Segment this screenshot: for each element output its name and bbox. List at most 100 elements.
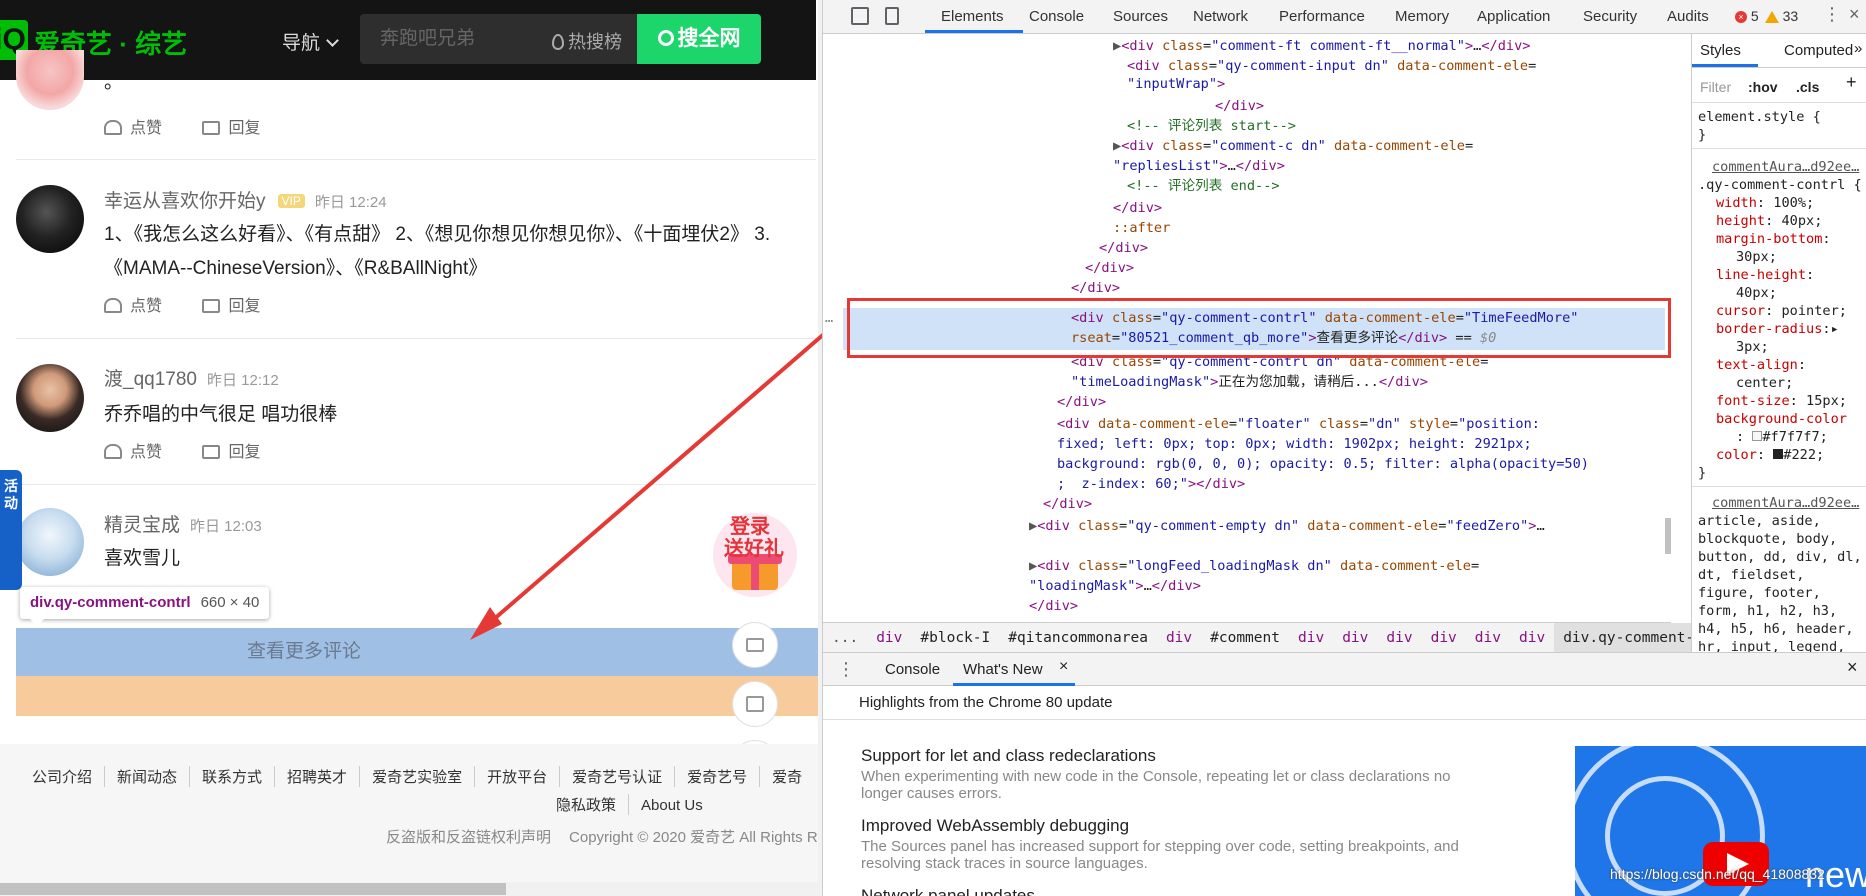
comment-author[interactable]: 精灵宝成 昨日 12:03: [104, 510, 262, 537]
hover-state-toggle[interactable]: :hov: [1748, 78, 1778, 96]
like-button[interactable]: 点赞: [104, 438, 162, 462]
device-toolbar-icon[interactable]: [885, 7, 899, 25]
whats-new-item[interactable]: Support for let and class redeclarations…: [861, 746, 1481, 802]
class-toggle[interactable]: .cls: [1796, 78, 1819, 96]
style-declaration[interactable]: background-color: [1716, 410, 1847, 428]
dom-line[interactable]: "repliesList">…</div>: [1113, 156, 1285, 177]
tab-computed[interactable]: Computed: [1784, 42, 1853, 60]
close-drawer-icon[interactable]: ×: [1847, 657, 1858, 678]
style-declaration[interactable]: height: 40px;: [1716, 212, 1822, 230]
chevron-right-icon[interactable]: »: [1854, 40, 1862, 58]
dom-line[interactable]: </div>: [1029, 596, 1078, 617]
drawer-tab-console[interactable]: Console: [885, 661, 940, 678]
dom-line[interactable]: <!-- 评论列表 start-->: [1127, 116, 1296, 137]
dom-line[interactable]: </div>: [1099, 238, 1148, 259]
tab-styles[interactable]: Styles: [1700, 42, 1741, 60]
issues-counter[interactable]: × 5 33: [1735, 8, 1798, 24]
breadcrumb-item[interactable]: #qitancommonarea: [999, 623, 1157, 653]
comment-author[interactable]: 幸运从喜欢你开始y VIP 昨日 12:24: [104, 186, 387, 213]
side-activity-tab[interactable]: 活动: [0, 470, 22, 590]
tab-memory[interactable]: Memory: [1395, 8, 1449, 25]
horizontal-scroll-thumb[interactable]: [0, 883, 506, 895]
breadcrumb-item[interactable]: div: [1333, 623, 1377, 653]
tab-elements[interactable]: Elements: [941, 8, 1004, 25]
rule-selector[interactable]: figure, footer,: [1698, 584, 1821, 602]
breadcrumb-item[interactable]: #comment: [1201, 623, 1289, 653]
avatar[interactable]: [16, 50, 84, 110]
breadcrumb-item[interactable]: div: [867, 623, 911, 653]
breadcrumb-item[interactable]: div: [1466, 623, 1510, 653]
ellipsis-icon[interactable]: …: [825, 308, 833, 329]
stylesheet-link[interactable]: commentAura…d92ee…: [1712, 494, 1859, 512]
breadcrumb-item[interactable]: div: [1377, 623, 1421, 653]
style-declaration[interactable]: font-size: 15px;: [1716, 392, 1847, 410]
elements-scrollbar[interactable]: [1665, 518, 1671, 554]
rule-selector[interactable]: button, dd, div, dl,: [1698, 548, 1862, 566]
style-declaration[interactable]: border-radius:▸: [1716, 320, 1839, 338]
reply-button[interactable]: 回复: [202, 438, 260, 462]
footer-link[interactable]: 联系方式: [190, 766, 276, 787]
dom-line[interactable]: ▶<div class="longFeed_loadingMask dn" da…: [1029, 556, 1479, 577]
dom-line[interactable]: ▶<div class="comment-ft comment-ft__norm…: [1113, 36, 1530, 57]
plus-icon[interactable]: +: [1846, 73, 1857, 91]
rule-selector[interactable]: hr, input, legend,: [1698, 638, 1845, 652]
like-button[interactable]: 点赞: [104, 114, 162, 138]
dom-line[interactable]: </div>: [1215, 96, 1264, 117]
dom-line[interactable]: </div>: [1113, 198, 1162, 219]
tab-network[interactable]: Network: [1193, 8, 1248, 25]
color-swatch[interactable]: [1773, 449, 1784, 459]
dom-line[interactable]: <!-- 评论列表 end-->: [1127, 176, 1280, 197]
dom-line[interactable]: </div>: [1085, 258, 1134, 279]
close-icon[interactable]: ×: [1849, 4, 1860, 25]
drawer-menu-icon[interactable]: ⋮: [837, 659, 855, 680]
footer-link[interactable]: 新闻动态: [105, 766, 191, 787]
about-link[interactable]: About Us: [629, 797, 715, 814]
like-button[interactable]: 点赞: [104, 292, 162, 316]
style-declaration[interactable]: text-align:: [1716, 356, 1806, 374]
style-declaration[interactable]: width: 100%;: [1716, 194, 1814, 212]
filter-input[interactable]: Filter: [1700, 78, 1731, 96]
rule-element-style[interactable]: element.style {: [1698, 108, 1821, 126]
dom-line[interactable]: </div>: [1043, 494, 1092, 515]
breadcrumb-item[interactable]: ...: [823, 623, 867, 653]
dom-line[interactable]: ::after: [1113, 218, 1170, 239]
more-comments-button[interactable]: 查看更多评论: [16, 628, 822, 676]
style-declaration[interactable]: color: #222;: [1716, 446, 1824, 464]
comment-author[interactable]: 渡_qq1780 昨日 12:12: [104, 364, 279, 391]
reply-button[interactable]: 回复: [202, 114, 260, 138]
footer-link[interactable]: 公司介绍: [20, 766, 106, 787]
whats-new-item[interactable]: Network panel updates: [861, 886, 1481, 896]
drawer-tab-whats-new[interactable]: What's New: [963, 661, 1043, 678]
tab-sources[interactable]: Sources: [1113, 8, 1168, 25]
avatar[interactable]: [16, 364, 84, 432]
rule-selector[interactable]: blockquote, body,: [1698, 530, 1837, 548]
style-declaration[interactable]: line-height:: [1716, 266, 1814, 284]
rule-selector[interactable]: h4, h5, h6, header,: [1698, 620, 1854, 638]
avatar[interactable]: [16, 185, 84, 253]
dom-line[interactable]: <div data-comment-ele="floater" class="d…: [1057, 414, 1540, 435]
dom-line[interactable]: ▶<div class="comment-c dn" data-comment-…: [1113, 136, 1473, 157]
rule-selector[interactable]: form, h1, h2, h3,: [1698, 602, 1837, 620]
dom-line[interactable]: </div>: [1057, 392, 1106, 413]
rule-selector[interactable]: dt, fieldset,: [1698, 566, 1804, 584]
stylesheet-link[interactable]: commentAura…d92ee…: [1712, 158, 1859, 176]
footer-link[interactable]: 爱奇艺实验室: [360, 766, 476, 787]
float-tv-button[interactable]: [732, 622, 778, 668]
rule-selector[interactable]: article, aside,: [1698, 512, 1821, 530]
dom-line[interactable]: ; z-index: 60;"></div>: [1057, 474, 1245, 495]
footer-link[interactable]: 爱奇艺号认证: [560, 766, 676, 787]
footer-link[interactable]: 爱奇: [760, 766, 814, 787]
tab-security[interactable]: Security: [1583, 8, 1637, 25]
rule-selector[interactable]: .qy-comment-contrl {: [1698, 176, 1862, 194]
tab-console[interactable]: Console: [1029, 8, 1084, 25]
dom-line[interactable]: ▶<div class="qy-comment-empty dn" data-c…: [1029, 516, 1545, 537]
footer-link[interactable]: 开放平台: [475, 766, 561, 787]
close-tab-icon[interactable]: ×: [1059, 658, 1068, 676]
color-swatch[interactable]: [1752, 431, 1763, 441]
piracy-link[interactable]: 反盗版和反盗链权利声明: [386, 829, 551, 846]
dom-line[interactable]: "loadingMask">…</div>: [1029, 576, 1201, 597]
login-gift-badge[interactable]: 登录 送好礼: [710, 500, 800, 600]
breadcrumb-item[interactable]: #block-I: [911, 623, 999, 653]
tab-audits[interactable]: Audits: [1667, 8, 1709, 25]
inspect-icon[interactable]: [851, 7, 869, 25]
